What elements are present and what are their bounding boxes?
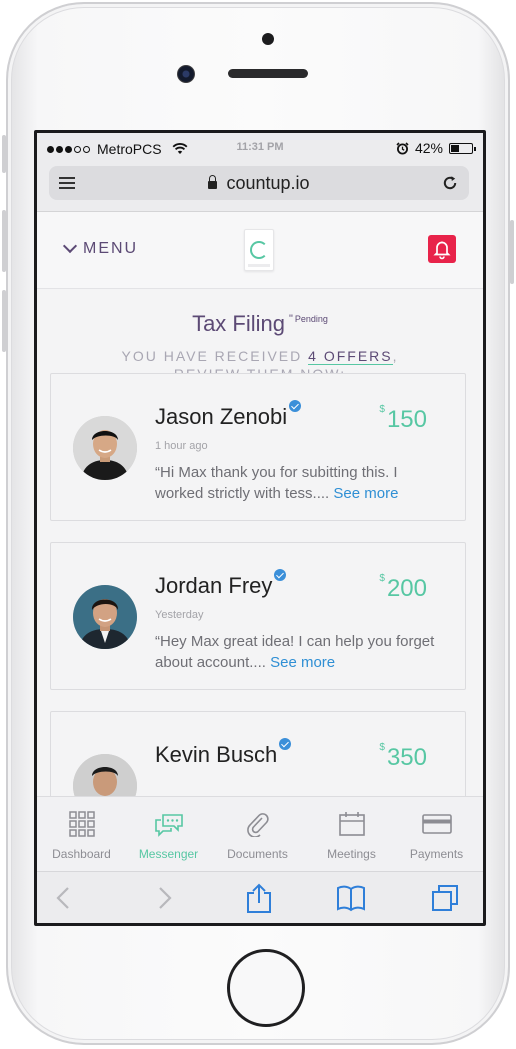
credit-card-icon (422, 814, 452, 834)
avatar (73, 585, 137, 649)
tab-dashboard[interactable]: Dashboard (37, 797, 126, 871)
offer-time: 1 hour ago (155, 440, 208, 452)
see-more-link[interactable]: See more (270, 654, 335, 671)
paperclip-icon (247, 813, 269, 837)
address-bar[interactable]: countup.io (49, 166, 469, 200)
offer-card[interactable]: Jordan Frey $200 Yesterday “Hey Max grea… (50, 542, 466, 690)
tab-payments[interactable]: Payments (392, 797, 481, 871)
earpiece-speaker (228, 69, 308, 78)
bell-icon (433, 241, 451, 260)
status-badge: " Pending (288, 313, 328, 325)
grid-icon (69, 811, 95, 837)
back-icon[interactable] (49, 883, 79, 913)
notifications-button[interactable] (428, 235, 456, 263)
offer-name: Kevin Busch (155, 738, 292, 768)
tab-meetings[interactable]: Meetings (307, 797, 396, 871)
front-camera (177, 65, 195, 83)
avatar (73, 754, 137, 799)
chevron-down-icon (62, 238, 78, 254)
lock-icon (208, 175, 218, 189)
offers-count-link[interactable]: 4 OFFERS (308, 348, 393, 365)
forward-icon[interactable] (149, 883, 179, 913)
countup-logo[interactable] (244, 229, 274, 271)
chat-icon (155, 814, 183, 837)
reload-icon[interactable] (441, 174, 459, 192)
mute-switch[interactable] (2, 135, 6, 173)
offer-price: $150 (379, 404, 427, 433)
calendar-icon (339, 812, 365, 836)
verified-icon (274, 569, 287, 581)
proximity-sensor (262, 33, 274, 45)
offer-name: Jordan Frey (155, 569, 287, 599)
tab-label: Meetings (327, 847, 376, 861)
app-tab-bar: Dashboard Messenger Documents Meetings P… (37, 796, 483, 871)
alarm-icon (396, 141, 409, 154)
offer-message: “Hi Max thank you for subitting this. I … (155, 464, 399, 502)
see-more-link[interactable]: See more (333, 485, 398, 502)
tabs-icon[interactable] (430, 883, 460, 913)
home-button[interactable] (227, 949, 305, 1027)
share-icon[interactable] (244, 883, 274, 913)
app-header: MENU (37, 212, 483, 289)
menu-button[interactable]: MENU (62, 238, 139, 258)
tab-label: Documents (227, 847, 288, 861)
offer-price: $200 (379, 573, 427, 602)
verified-icon (279, 738, 292, 750)
battery-percent: 42% (414, 140, 443, 156)
bookmarks-icon[interactable] (336, 883, 366, 913)
url-text: countup.io (226, 173, 310, 193)
screen: MetroPCS 11:31 PM 42% countup.io MENU Ta… (34, 130, 486, 926)
tab-documents[interactable]: Documents (213, 797, 302, 871)
volume-down-button[interactable] (2, 290, 6, 352)
tab-label: Payments (409, 847, 464, 861)
offer-name: Jason Zenobi (155, 400, 302, 430)
battery-icon (449, 142, 476, 154)
volume-up-button[interactable] (2, 210, 6, 272)
status-bar: MetroPCS 11:31 PM 42% (37, 133, 483, 163)
offer-time: Yesterday (155, 609, 204, 621)
tab-messenger[interactable]: Messenger (124, 797, 213, 871)
avatar (73, 416, 137, 480)
address-url[interactable]: countup.io (49, 173, 469, 194)
offer-card[interactable]: Jason Zenobi $150 1 hour ago “Hi Max tha… (50, 373, 466, 521)
browser-toolbar (37, 871, 483, 923)
offer-price: $350 (379, 742, 427, 771)
page-title: Tax Filing (192, 311, 285, 336)
menu-label: MENU (83, 240, 139, 257)
offers-content: Tax Filing " Pending YOU HAVE RECEIVED 4 O… (37, 289, 483, 799)
tab-label: Messenger (138, 847, 199, 861)
verified-icon (289, 400, 302, 412)
offer-card[interactable]: Kevin Busch $350 (50, 711, 466, 799)
power-button[interactable] (510, 220, 514, 284)
browser-address-area: countup.io (37, 163, 483, 212)
tab-label: Dashboard (52, 847, 111, 861)
offer-message: “Hey Max great idea! I can help you forg… (155, 633, 435, 671)
